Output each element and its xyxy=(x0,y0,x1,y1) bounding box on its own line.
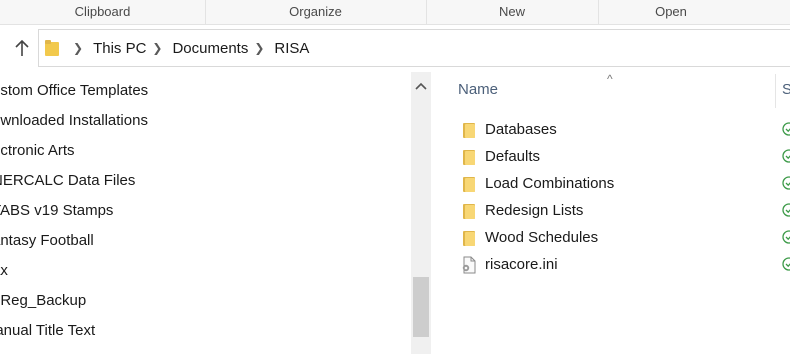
folder-icon xyxy=(459,175,479,193)
ribbon-group-new: New xyxy=(426,0,599,24)
navigation-bar: ❯ This PC ❯ Documents ❯ RISA xyxy=(0,25,790,71)
breadcrumb-risa[interactable]: RISA xyxy=(274,40,309,57)
address-bar[interactable]: ❯ This PC ❯ Documents ❯ RISA xyxy=(38,29,790,67)
nav-item[interactable]: lanual Title Text xyxy=(0,316,95,346)
sync-ok-icon xyxy=(782,230,790,244)
sync-ok-icon xyxy=(782,176,790,190)
column-header-name[interactable]: Name xyxy=(458,81,498,98)
file-name: Load Combinations xyxy=(485,175,615,192)
column-divider[interactable] xyxy=(775,74,776,108)
folder-icon xyxy=(459,121,479,139)
folder-icon xyxy=(45,40,59,56)
nav-item[interactable]: pReg_Backup xyxy=(0,286,86,316)
sync-ok-icon xyxy=(782,203,790,217)
file-name: risacore.ini xyxy=(485,256,558,273)
file-row-load-combinations[interactable]: Load Combinations xyxy=(459,170,790,197)
navigation-pane: ustom Office Templates ownloaded Install… xyxy=(0,72,435,354)
file-name: Defaults xyxy=(485,148,541,165)
ribbon-group-clipboard: Clipboard xyxy=(0,0,206,24)
ribbon-group-label: Clipboard xyxy=(74,4,131,19)
column-header-status[interactable]: S xyxy=(782,81,790,98)
chevron-right-icon[interactable]: ❯ xyxy=(152,41,162,55)
nav-item[interactable]: ax xyxy=(0,256,8,286)
nav-scrollbar[interactable] xyxy=(411,72,431,354)
up-button[interactable] xyxy=(12,37,32,59)
folder-icon xyxy=(459,148,479,166)
sync-ok-icon xyxy=(782,149,790,163)
file-row-databases[interactable]: Databases xyxy=(459,116,790,143)
file-row-risacore-ini[interactable]: risacore.ini xyxy=(459,251,790,278)
file-row-wood-schedules[interactable]: Wood Schedules xyxy=(459,224,790,251)
sync-ok-icon xyxy=(782,122,790,136)
ribbon-group-label: New xyxy=(498,4,525,19)
breadcrumb-documents[interactable]: Documents xyxy=(172,40,248,57)
ribbon-group-open: Open xyxy=(598,0,744,24)
nav-item[interactable]: ectronic Arts xyxy=(0,136,75,166)
nav-item[interactable]: TABS v19 Stamps xyxy=(0,196,113,226)
sync-ok-icon xyxy=(782,257,790,271)
file-name: Databases xyxy=(485,121,557,138)
file-row-defaults[interactable]: Defaults xyxy=(459,143,790,170)
ribbon-group-label: Organize xyxy=(289,4,342,19)
nav-item[interactable]: antasy Football xyxy=(0,226,94,256)
nav-item[interactable]: ustom Office Templates xyxy=(0,76,148,106)
scrollbar-thumb[interactable] xyxy=(413,277,429,337)
ribbon-group-organize: Organize xyxy=(205,0,427,24)
nav-item[interactable]: NERCALC Data Files xyxy=(0,166,135,196)
chevron-right-icon: ❯ xyxy=(73,41,84,55)
file-name: Wood Schedules xyxy=(485,229,599,246)
settings-file-icon xyxy=(459,256,479,274)
chevron-right-icon[interactable]: ❯ xyxy=(254,41,264,55)
sort-ascending-icon: ^ xyxy=(607,72,613,86)
file-row-redesign-lists[interactable]: Redesign Lists xyxy=(459,197,790,224)
file-list-pane: ^ Name S Databases Defaults Load Combina… xyxy=(435,72,790,354)
nav-item[interactable]: ownloaded Installations xyxy=(0,106,148,136)
up-arrow-icon xyxy=(15,39,29,56)
ribbon-group-labels: Clipboard Organize New Open xyxy=(0,0,790,25)
file-name: Redesign Lists xyxy=(485,202,584,219)
chevron-up-icon xyxy=(415,82,427,90)
ribbon-group-label: Open xyxy=(655,4,687,19)
breadcrumb-this-pc[interactable]: This PC xyxy=(93,40,146,57)
folder-icon xyxy=(459,229,479,247)
scroll-up-button[interactable] xyxy=(411,72,431,100)
folder-icon xyxy=(459,202,479,220)
